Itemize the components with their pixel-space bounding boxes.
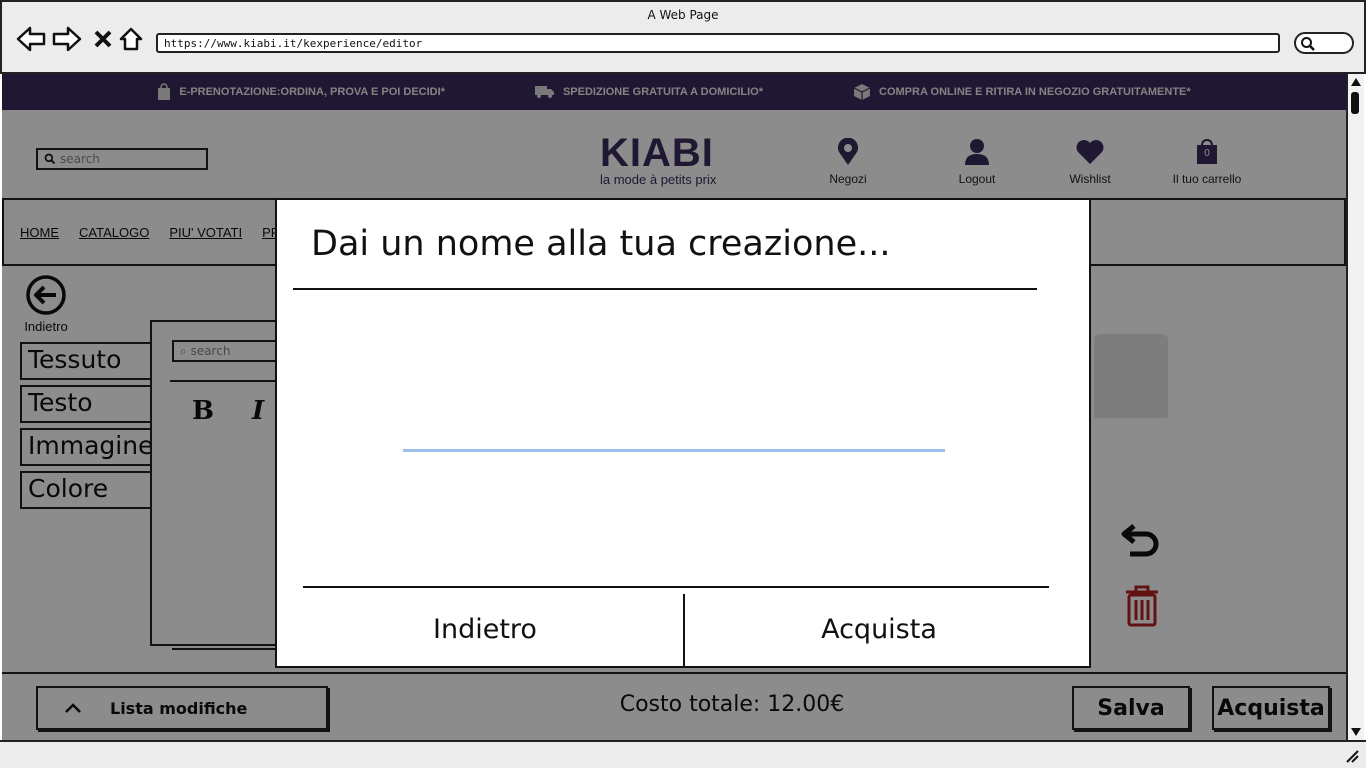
close-icon[interactable] xyxy=(88,24,118,54)
dialog-title: Dai un nome alla tua creazione... xyxy=(311,224,891,264)
dialog-buy-button[interactable]: Acquista xyxy=(685,592,1073,666)
divider xyxy=(293,288,1037,290)
name-creation-dialog: Dai un nome alla tua creazione... Indiet… xyxy=(275,198,1091,668)
scrollbar-thumb[interactable] xyxy=(1351,92,1359,114)
browser-chrome: A Web Page https://www.kiabi.it/kexperie… xyxy=(0,0,1366,74)
divider xyxy=(303,586,1049,588)
scroll-down-icon[interactable] xyxy=(1349,726,1363,738)
browser-search-field[interactable] xyxy=(1294,32,1354,54)
vertical-scrollbar[interactable] xyxy=(1346,74,1364,740)
dialog-back-button[interactable]: Indietro xyxy=(285,592,685,666)
creation-name-input[interactable] xyxy=(403,422,945,452)
home-icon[interactable] xyxy=(116,24,146,54)
url-bar[interactable]: https://www.kiabi.it/kexperience/editor xyxy=(156,33,1280,53)
scroll-up-icon[interactable] xyxy=(1349,76,1363,88)
search-icon xyxy=(1301,37,1315,51)
window-title: A Web Page xyxy=(647,8,719,22)
back-arrow-icon[interactable] xyxy=(16,24,46,54)
status-bar xyxy=(0,740,1366,768)
forward-arrow-icon[interactable] xyxy=(52,24,82,54)
resize-grip-icon[interactable] xyxy=(1344,748,1360,764)
